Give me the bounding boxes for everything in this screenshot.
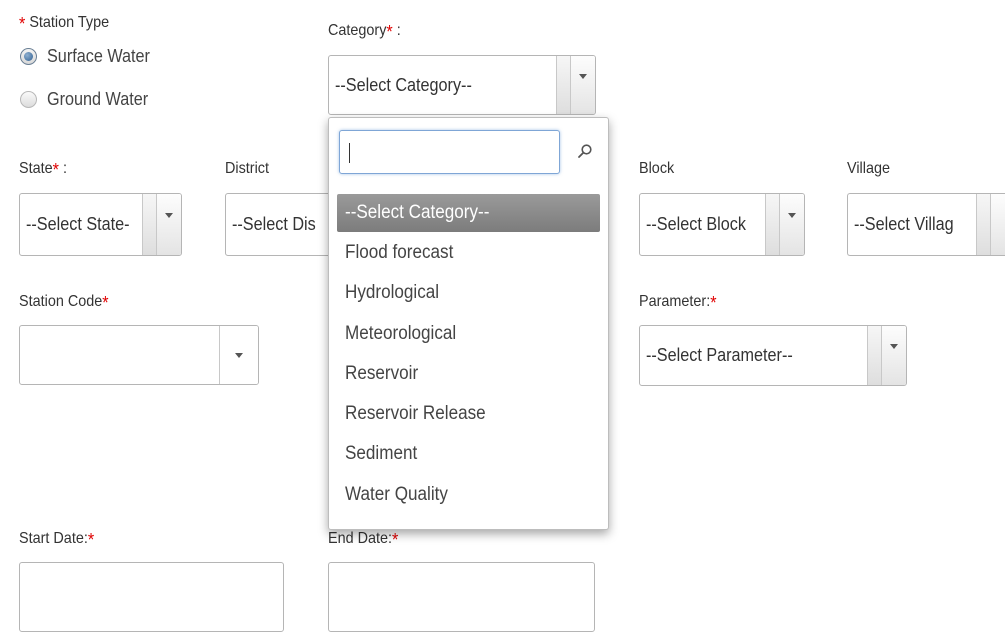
- station-code-select[interactable]: [19, 325, 259, 385]
- category-option-flood-forecast[interactable]: Flood forecast: [337, 234, 600, 272]
- start-date-label: Start Date:*: [19, 530, 95, 550]
- category-select[interactable]: --Select Category--: [328, 55, 596, 115]
- category-search-input[interactable]: [339, 130, 560, 174]
- district-label: District: [225, 160, 270, 177]
- end-date-input[interactable]: [328, 562, 595, 632]
- text-cursor: [349, 143, 350, 163]
- category-option-sediment[interactable]: Sediment: [337, 435, 600, 473]
- category-label: Category* :: [328, 22, 401, 42]
- category-option-hydrological[interactable]: Hydrological: [337, 274, 600, 312]
- village-label: Village: [847, 160, 890, 177]
- state-label: State* :: [19, 160, 67, 180]
- radio-unchecked-icon[interactable]: [20, 91, 37, 108]
- state-dropdown-button[interactable]: [156, 194, 181, 255]
- category-option-meteorological[interactable]: Meteorological: [337, 315, 600, 353]
- category-option-water-quality[interactable]: Water Quality: [337, 476, 600, 514]
- search-icon[interactable]: [577, 143, 593, 159]
- parameter-dropdown-button[interactable]: [881, 326, 906, 385]
- village-select[interactable]: --Select Villag: [847, 193, 1005, 256]
- state-select[interactable]: --Select State-: [19, 193, 182, 256]
- category-option-reservoir[interactable]: Reservoir: [337, 355, 600, 393]
- block-label: Block: [639, 160, 675, 177]
- category-option-reservoir-release[interactable]: Reservoir Release: [337, 395, 600, 433]
- radio-ground-water[interactable]: Ground Water: [20, 89, 159, 110]
- radio-surface-water[interactable]: Surface Water: [20, 46, 161, 67]
- block-select[interactable]: --Select Block: [639, 193, 805, 256]
- caret-down-icon: [235, 352, 243, 358]
- radio-checked-icon[interactable]: [20, 48, 37, 65]
- caret-down-icon: [890, 344, 898, 349]
- caret-down-icon: [579, 73, 587, 79]
- station-type-label: * Station Type: [19, 14, 110, 34]
- category-option-select[interactable]: --Select Category--: [337, 194, 600, 232]
- parameter-label: Parameter:*: [639, 293, 717, 313]
- category-dropdown-panel: --Select Category-- Flood forecast Hydro…: [328, 117, 609, 530]
- category-dropdown-button[interactable]: [570, 56, 595, 114]
- station-code-label: Station Code*: [19, 293, 109, 313]
- caret-down-icon: [165, 213, 173, 218]
- end-date-label: End Date:*: [328, 530, 399, 550]
- caret-down-icon: [788, 213, 796, 218]
- station-code-dropdown-button[interactable]: [219, 326, 258, 384]
- block-dropdown-button[interactable]: [779, 194, 804, 255]
- start-date-input[interactable]: [19, 562, 284, 632]
- village-dropdown-button[interactable]: [990, 194, 1005, 255]
- district-select[interactable]: --Select Dis: [225, 193, 335, 256]
- parameter-select[interactable]: --Select Parameter--: [639, 325, 907, 386]
